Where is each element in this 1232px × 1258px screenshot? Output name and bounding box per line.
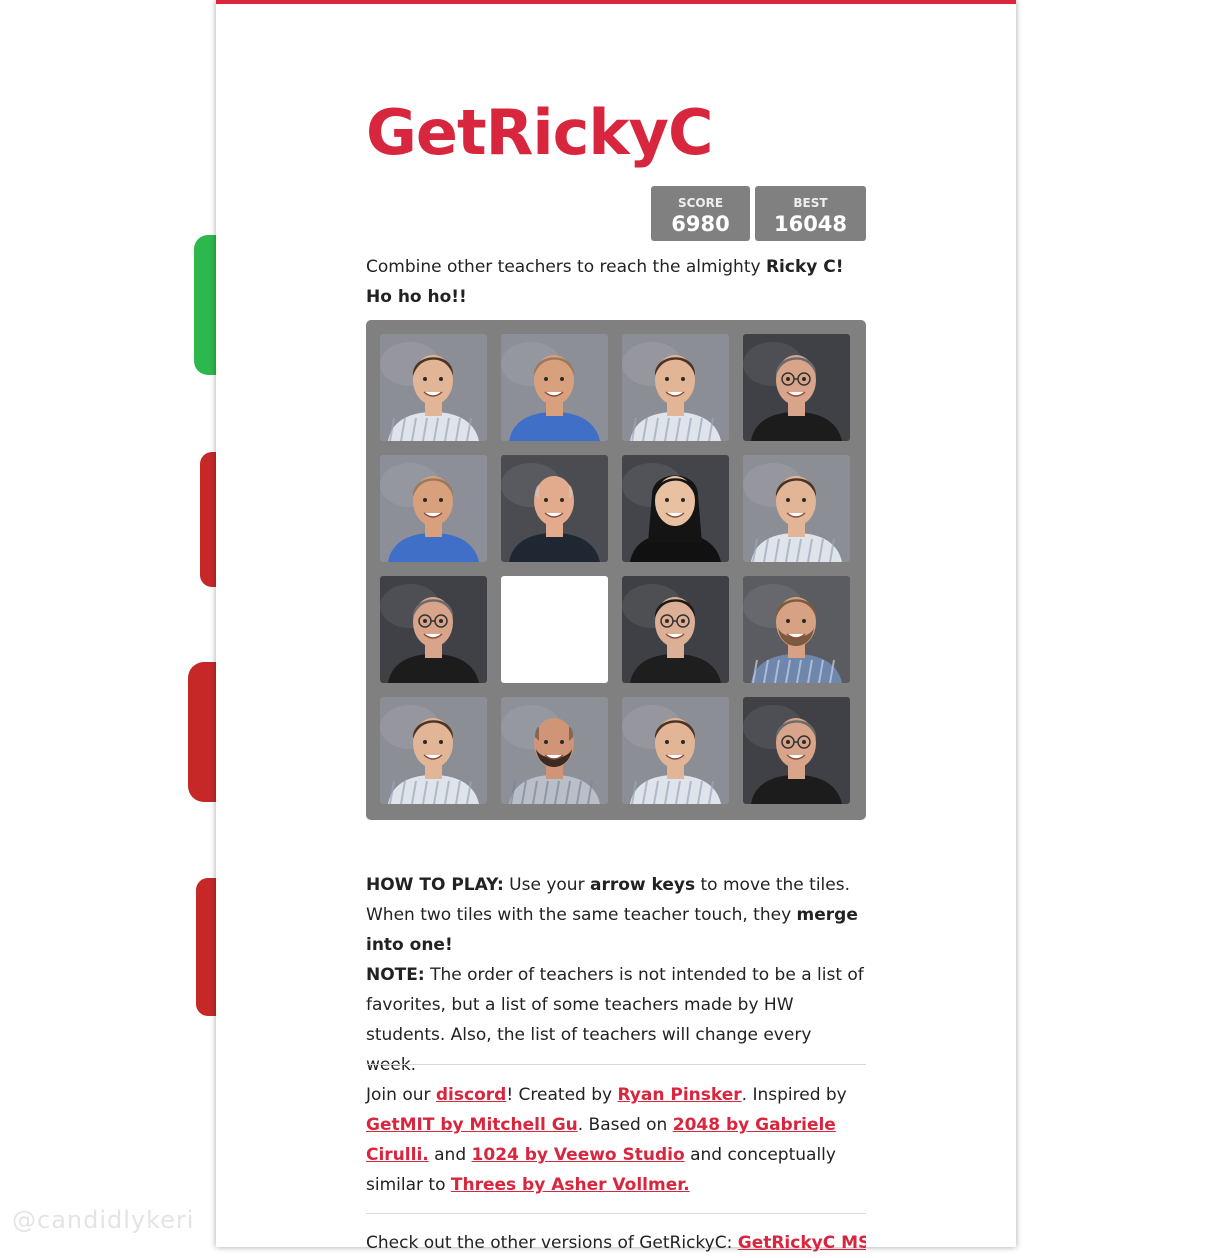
- tile-teacher-a: [380, 334, 487, 441]
- tile-teacher-b: [380, 455, 487, 562]
- watermark: @candidlykeri: [12, 1206, 195, 1234]
- tile-teacher-h: [501, 697, 608, 804]
- credits-text: and: [428, 1145, 472, 1165]
- teacher-portrait-icon: [501, 455, 608, 562]
- tile-teacher-a: [743, 455, 850, 562]
- tile-teacher-c: [743, 334, 850, 441]
- intro-text: Combine other teachers to reach the almi…: [366, 257, 766, 277]
- teacher-portrait-icon: [743, 576, 850, 683]
- getmit-link[interactable]: GetMIT by Mitchell Gu: [366, 1115, 578, 1135]
- teacher-portrait-icon: [743, 697, 850, 804]
- howto-text: Use your: [503, 875, 590, 895]
- teacher-portrait-icon: [743, 455, 850, 562]
- credits-text: . Based on: [577, 1115, 673, 1135]
- teacher-portrait-icon: [380, 455, 487, 562]
- best-label: BEST: [793, 196, 828, 210]
- background-decoration-red: [196, 878, 218, 1016]
- teacher-portrait-icon: [380, 576, 487, 683]
- credits-text: . Inspired by: [741, 1085, 847, 1105]
- tile-teacher-a: [622, 334, 729, 441]
- credits: Join our discord! Created by Ryan Pinske…: [366, 1080, 866, 1200]
- tile-teacher-e: [622, 455, 729, 562]
- how-to-play: HOW TO PLAY: Use your arrow keys to move…: [366, 870, 866, 1080]
- tile-teacher-f: [622, 576, 729, 683]
- best-value: 16048: [773, 212, 848, 236]
- link-1024[interactable]: 1024 by Veewo Studio: [472, 1145, 685, 1165]
- teacher-portrait-icon: [380, 697, 487, 804]
- tile-teacher-a: [380, 697, 487, 804]
- teacher-portrait-icon: [501, 697, 608, 804]
- discord-link[interactable]: discord: [436, 1085, 506, 1105]
- tile-teacher-g: [743, 576, 850, 683]
- teacher-portrait-icon: [743, 334, 850, 441]
- credits-text: ! Created by: [506, 1085, 618, 1105]
- teacher-portrait-icon: [380, 334, 487, 441]
- teacher-portrait-icon: [622, 576, 729, 683]
- tile-teacher-a: [622, 697, 729, 804]
- note-text: The order of teachers is not intended to…: [366, 965, 864, 1075]
- background-decoration-red: [188, 662, 218, 802]
- game-intro: Combine other teachers to reach the almi…: [366, 252, 866, 312]
- getrickyc-ms-link[interactable]: GetRickyC MS: [738, 1233, 866, 1253]
- threes-link[interactable]: Threes by Asher Vollmer.: [451, 1175, 690, 1195]
- note-label: NOTE:: [366, 965, 425, 985]
- tile-empty: [501, 576, 608, 683]
- tile-teacher-b: [501, 334, 608, 441]
- teacher-portrait-icon: [622, 334, 729, 441]
- creator-link[interactable]: Ryan Pinsker: [617, 1085, 741, 1105]
- best-score-box: BEST 16048: [755, 186, 866, 241]
- score-value: 6980: [671, 212, 730, 236]
- score-label: SCORE: [677, 196, 724, 210]
- tile-teacher-c: [743, 697, 850, 804]
- divider: [366, 1064, 866, 1065]
- divider: [366, 1213, 866, 1214]
- game-title: GetRickyC: [366, 96, 713, 169]
- game-board[interactable]: [366, 320, 866, 820]
- other-versions: Check out the other versions of GetRicky…: [366, 1228, 866, 1258]
- other-versions-text: Check out the other versions of GetRicky…: [366, 1233, 738, 1253]
- score-box: SCORE 6980: [651, 186, 750, 241]
- page-sheet: GetRickyC SCORE 6980 BEST 16048 Combine …: [216, 0, 1016, 1253]
- credits-text: Join our: [366, 1085, 436, 1105]
- tile-teacher-d: [501, 455, 608, 562]
- tile-teacher-c: [380, 576, 487, 683]
- howto-bold-keys: arrow keys: [589, 875, 696, 895]
- teacher-portrait-icon: [622, 455, 729, 562]
- teacher-portrait-icon: [622, 697, 729, 804]
- howto-label: HOW TO PLAY:: [366, 875, 504, 895]
- teacher-portrait-icon: [501, 334, 608, 441]
- background-decoration-green: [194, 235, 218, 375]
